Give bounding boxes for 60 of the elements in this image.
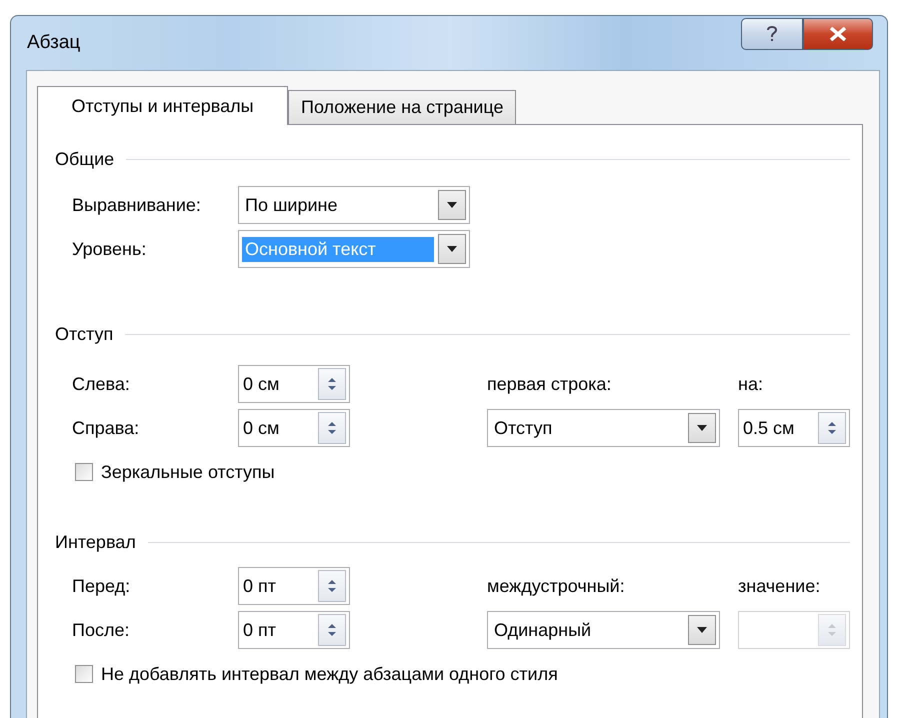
- spin-arrows-icon: [827, 622, 837, 638]
- section-heading: Интервал: [55, 532, 136, 552]
- field-label: на:: [738, 374, 764, 394]
- dropdown-value: Отступ: [493, 416, 554, 440]
- field-label: Уровень:: [72, 238, 148, 260]
- spin-field[interactable]: 0 см: [238, 409, 350, 447]
- close-button[interactable]: [803, 18, 873, 50]
- window-title: Абзац: [27, 32, 80, 54]
- help-icon: [766, 25, 778, 43]
- spin-buttons[interactable]: [818, 412, 846, 444]
- spin-arrows-icon: [327, 420, 337, 436]
- close-icon: [829, 27, 847, 41]
- spin-buttons[interactable]: [318, 412, 346, 444]
- checkbox[interactable]: [75, 463, 93, 481]
- spin-field[interactable]: 0 пт: [238, 611, 350, 649]
- checkbox[interactable]: [75, 665, 93, 683]
- spin-arrows-icon: [327, 578, 337, 594]
- spin-value: 0 см: [243, 418, 280, 438]
- spin-value: 0 пт: [243, 576, 278, 596]
- field-label: значение:: [738, 576, 822, 596]
- spin-field[interactable]: 0.5 см: [738, 409, 850, 447]
- dropdown-value: По ширине: [244, 194, 338, 217]
- field-label: первая строка:: [487, 374, 612, 394]
- dropdown-arrow-icon: [447, 246, 457, 252]
- dropdown-value: Одинарный: [493, 618, 592, 642]
- dropdown-field[interactable]: Одинарный: [487, 611, 720, 649]
- help-button[interactable]: [741, 18, 803, 50]
- checkbox-label: Зеркальные отступы: [101, 462, 275, 482]
- dropdown-button[interactable]: [438, 234, 466, 264]
- dropdown-button[interactable]: [688, 615, 716, 645]
- field-label: Выравнивание:: [72, 194, 202, 216]
- spin-buttons[interactable]: [318, 368, 346, 400]
- dropdown-arrow-icon: [697, 627, 707, 633]
- spin-buttons[interactable]: [318, 570, 346, 602]
- spin-value: 0 см: [243, 374, 280, 394]
- spin-buttons[interactable]: [318, 614, 346, 646]
- dropdown-button[interactable]: [438, 190, 466, 220]
- dropdown-value: Основной текст: [242, 236, 434, 262]
- spin-arrows-icon: [327, 376, 337, 392]
- field-label: Перед:: [72, 576, 132, 596]
- field-label: Справа:: [72, 418, 140, 438]
- dropdown-field[interactable]: Отступ: [487, 409, 720, 447]
- checkbox-label: Не добавлять интервал между абзацами одного стиля: [101, 664, 558, 684]
- spin-value: 0 пт: [243, 620, 278, 640]
- dropdown-button[interactable]: [688, 413, 716, 443]
- spin-field[interactable]: 0 см: [238, 365, 350, 403]
- field-label: Слева:: [72, 374, 131, 394]
- field-label: После:: [72, 620, 130, 640]
- dropdown-field[interactable]: По ширине: [238, 186, 470, 224]
- spin-arrows-icon: [327, 622, 337, 638]
- spin-arrows-icon: [827, 420, 837, 436]
- spin-value: 0.5 см: [743, 418, 796, 438]
- section-heading: Общие: [55, 148, 114, 170]
- tab[interactable]: Положение на странице: [288, 90, 516, 124]
- dropdown-arrow-icon: [697, 425, 707, 431]
- spin-field[interactable]: 0 пт: [238, 567, 350, 605]
- tab[interactable]: Отступы и интервалы: [37, 86, 288, 125]
- dropdown-arrow-icon: [447, 202, 457, 208]
- field-label: междустрочный:: [487, 576, 626, 596]
- section-heading: Отступ: [55, 324, 114, 344]
